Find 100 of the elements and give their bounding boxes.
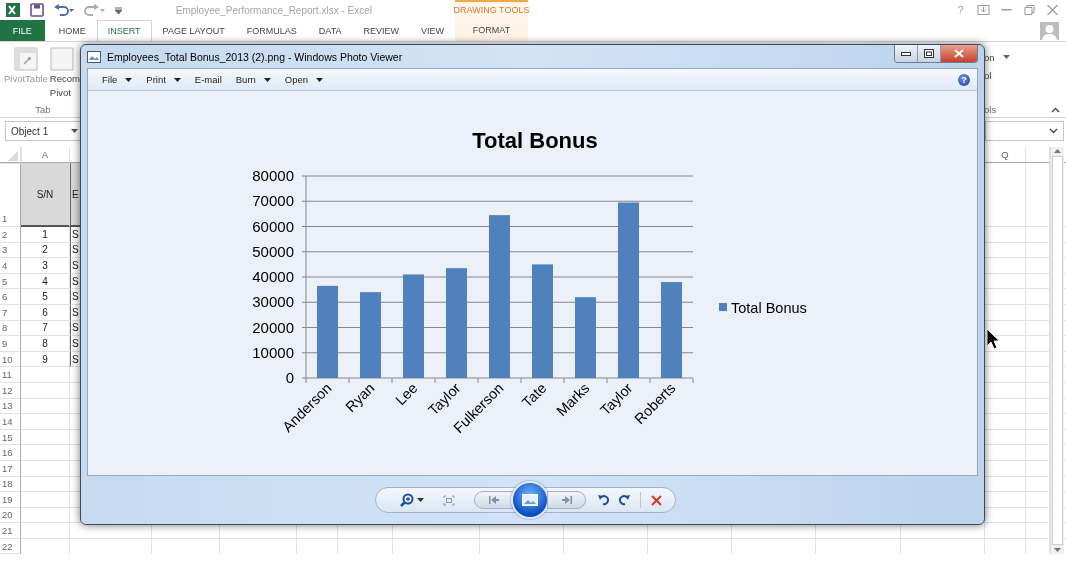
- row-header[interactable]: 10: [0, 351, 21, 368]
- ribbon-tab[interactable]: INSERT: [96, 20, 152, 41]
- save-icon[interactable]: [30, 3, 44, 17]
- contextual-group-label: DRAWING TOOLS: [453, 4, 530, 17]
- axis-tick-label: 40000: [252, 268, 294, 285]
- row-header[interactable]: 6: [0, 289, 21, 305]
- row-header[interactable]: 11: [0, 367, 21, 383]
- scroll-down-icon[interactable]: [1054, 548, 1061, 553]
- slideshow-button[interactable]: [511, 481, 549, 519]
- next-button[interactable]: [547, 491, 586, 509]
- axis-tick-label: 60000: [252, 217, 294, 235]
- table-cell: 4: [21, 273, 70, 290]
- table-cell: 6: [21, 304, 70, 321]
- table-icon: [49, 47, 74, 71]
- previous-button[interactable]: [474, 491, 513, 509]
- row-header[interactable]: 5: [0, 273, 21, 290]
- ribbon-tab[interactable]: PAGE LAYOUT: [151, 20, 236, 41]
- expand-icon[interactable]: [1049, 128, 1058, 134]
- table-cell: 9: [21, 351, 70, 368]
- row-header[interactable]: 9: [0, 336, 21, 352]
- axis-category-label: Tate: [518, 379, 550, 411]
- row-header[interactable]: 20: [0, 507, 21, 524]
- zoom-icon: [400, 493, 414, 507]
- row-header[interactable]: 12: [0, 382, 21, 399]
- table-cell: 5: [21, 289, 70, 305]
- redo-icon[interactable]: [84, 4, 106, 16]
- rotate-right-icon: [619, 494, 631, 506]
- row-header[interactable]: 15: [0, 429, 21, 446]
- ribbon-button[interactable]: Recom Pivot: [49, 47, 80, 104]
- rotate-left-icon: [597, 494, 609, 506]
- help-button[interactable]: ?: [958, 73, 970, 86]
- mouse-cursor-icon: [986, 328, 1000, 350]
- menu-item[interactable]: Open: [277, 74, 331, 85]
- table-cell: 8: [21, 336, 70, 352]
- row-header[interactable]: 16: [0, 445, 21, 461]
- table-cell: 2: [21, 242, 70, 259]
- menu-item[interactable]: Burn: [228, 74, 278, 85]
- undo-icon[interactable]: [53, 4, 75, 16]
- maximize-icon: [924, 49, 934, 58]
- axis-tick-label: 50000: [252, 242, 294, 260]
- axis-tick-label: 80000: [252, 167, 294, 184]
- table-cell: 3: [21, 258, 70, 274]
- chart-title: Total Bonus: [472, 128, 598, 153]
- row-header[interactable]: 4: [0, 258, 21, 274]
- axis-tick-label: 0: [285, 369, 294, 386]
- row-header[interactable]: 2: [0, 227, 21, 243]
- axis-category-label: Lee: [392, 379, 421, 409]
- scroll-up-icon[interactable]: [1054, 149, 1061, 153]
- window-title: Employee_Performance_Report.xlsx - Excel: [175, 4, 372, 16]
- menu-item[interactable]: File: [95, 74, 140, 85]
- header-cell: S/N: [21, 163, 70, 227]
- close-button[interactable]: [940, 45, 977, 62]
- caret-icon: [71, 129, 78, 133]
- row-header[interactable]: 18: [0, 476, 21, 493]
- menu-item[interactable]: Print: [139, 74, 188, 85]
- axis-tick-label: 30000: [252, 293, 294, 311]
- row-header[interactable]: 21: [0, 523, 21, 539]
- row-header[interactable]: 19: [0, 492, 21, 508]
- close-icon: [954, 49, 964, 58]
- row-header[interactable]: 22: [0, 538, 21, 555]
- group-label: ols: [984, 104, 997, 115]
- vertical-scrollbar[interactable]: [1050, 147, 1064, 555]
- row-header[interactable]: 14: [0, 414, 21, 430]
- ribbon-tab[interactable]: FILE: [0, 20, 45, 41]
- previous-icon: [488, 496, 499, 504]
- actual-size-icon: [443, 494, 455, 506]
- maximize-button[interactable]: [917, 45, 940, 62]
- pivot-table-icon: [13, 47, 38, 71]
- row-header[interactable]: 3: [0, 242, 21, 259]
- collapse-icon[interactable]: [1051, 106, 1060, 113]
- table-cell: 7: [21, 320, 70, 337]
- row-header[interactable]: 17: [0, 460, 21, 477]
- next-icon: [561, 496, 572, 504]
- window-title: Employees_Total Bonus_2013 (2).png - Windows Photo Viewer: [107, 50, 403, 63]
- row-header[interactable]: 8: [0, 320, 21, 337]
- row-header[interactable]: 13: [0, 398, 21, 415]
- select-all-icon[interactable]: [0, 147, 22, 164]
- row-header[interactable]: 7: [0, 304, 21, 321]
- axis-tick-label: 20000: [252, 318, 294, 336]
- axis-tick-label: 70000: [252, 192, 294, 210]
- delete-icon: [650, 494, 662, 506]
- ribbon-tab[interactable]: HOME: [47, 20, 97, 41]
- menu-item[interactable]: E-mail: [187, 74, 229, 85]
- ribbon-tab[interactable]: FORMULAS: [235, 20, 308, 41]
- legend-label: Total Bonus: [731, 300, 807, 316]
- minimize-icon: [901, 51, 911, 56]
- ribbon-tab[interactable]: VIEW: [410, 20, 455, 41]
- table-cell: 1: [21, 227, 70, 243]
- slideshow-icon: [522, 494, 538, 506]
- minimize-button[interactable]: [895, 45, 917, 62]
- group-label: Tab: [34, 104, 52, 115]
- axis-tick-label: 10000: [252, 343, 294, 361]
- ribbon-button[interactable]: on: [984, 48, 1066, 66]
- legend-swatch-icon: [719, 303, 727, 311]
- spreadsheet-icon[interactable]: [5, 2, 21, 18]
- customize-icon[interactable]: [115, 6, 122, 14]
- image-icon: [87, 50, 101, 63]
- ribbon-tab[interactable]: REVIEW: [352, 20, 410, 41]
- caret-icon: [417, 498, 424, 502]
- ribbon-tab[interactable]: DATA: [307, 20, 353, 41]
